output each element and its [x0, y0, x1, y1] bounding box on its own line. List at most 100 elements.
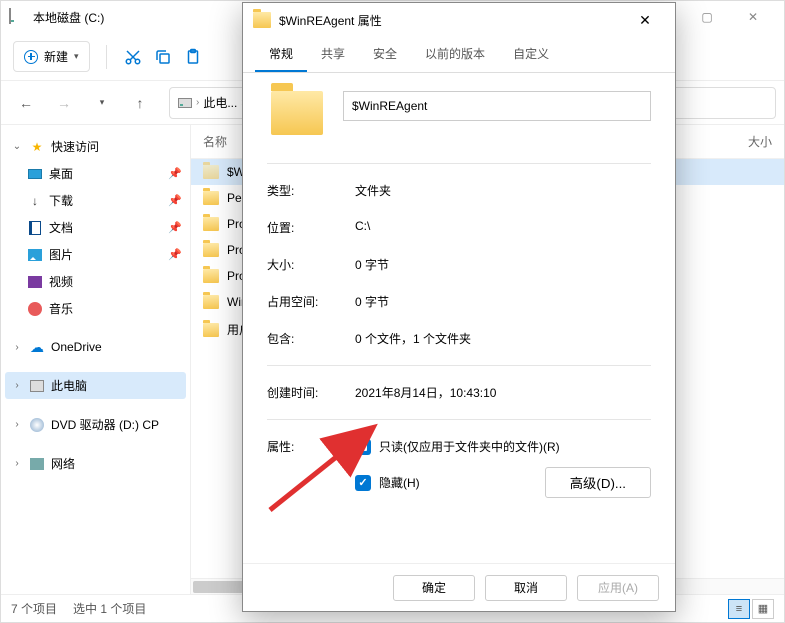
chevron-right-icon[interactable]: › [11, 419, 23, 430]
tab-general[interactable]: 常规 [255, 37, 307, 72]
ok-button[interactable]: 确定 [393, 575, 475, 601]
value-type: 文件夹 [355, 182, 651, 199]
plus-icon [24, 50, 38, 64]
sidebar-item-videos[interactable]: 视频 [5, 268, 186, 295]
advanced-button[interactable]: 高级(D)... [545, 467, 651, 498]
sidebar-item-downloads[interactable]: ↓ 下载 📌 [5, 187, 186, 214]
folder-icon [203, 191, 219, 205]
folder-name-input[interactable] [343, 91, 651, 121]
cloud-icon: ☁ [29, 339, 45, 355]
maximize-button[interactable]: ▢ [684, 1, 730, 33]
folder-icon [203, 243, 219, 257]
divider [267, 365, 651, 366]
dialog-tabs: 常规 共享 安全 以前的版本 自定义 [243, 37, 675, 73]
separator [106, 45, 107, 69]
label-size-on-disk: 占用空间: [267, 293, 355, 310]
tab-customize[interactable]: 自定义 [499, 37, 563, 72]
drive-icon [178, 98, 192, 108]
view-toggles: ≡ ▦ [728, 599, 774, 619]
pin-icon: 📌 [168, 248, 180, 261]
network-icon [29, 456, 45, 472]
folder-icon [203, 269, 219, 283]
tab-previous-versions[interactable]: 以前的版本 [411, 37, 499, 72]
paste-icon[interactable] [183, 47, 203, 67]
pc-icon [29, 378, 45, 394]
chevron-right-icon: › [196, 97, 199, 108]
sidebar-item-quick-access[interactable]: ⌄ ★ 快速访问 [5, 133, 186, 160]
sidebar-item-documents[interactable]: 文档 📌 [5, 214, 186, 241]
label-type: 类型: [267, 182, 355, 199]
column-size[interactable]: 大小 [712, 133, 772, 150]
thumbnails-view-button[interactable]: ▦ [752, 599, 774, 619]
checkbox-indeterminate-icon[interactable] [355, 439, 371, 455]
drive-icon [9, 9, 25, 25]
dvd-icon [29, 417, 45, 433]
label-created: 创建时间: [267, 384, 355, 401]
details-view-button[interactable]: ≡ [728, 599, 750, 619]
sidebar-item-this-pc[interactable]: › 此电脑 [5, 372, 186, 399]
forward-button[interactable]: → [47, 86, 81, 120]
tab-share[interactable]: 共享 [307, 37, 359, 72]
chevron-down-icon: ▾ [74, 51, 79, 62]
folder-icon [203, 323, 219, 337]
status-item-count: 7 个项目 [11, 600, 57, 617]
desktop-icon [27, 166, 43, 182]
label-location: 位置: [267, 219, 355, 236]
cut-icon[interactable] [123, 47, 143, 67]
sidebar-item-network[interactable]: › 网络 [5, 450, 186, 477]
sidebar-item-onedrive[interactable]: › ☁ OneDrive [5, 334, 186, 360]
star-icon: ★ [29, 139, 45, 155]
dialog-body: 类型:文件夹 位置:C:\ 大小:0 字节 占用空间:0 字节 包含:0 个文件… [243, 73, 675, 563]
back-button[interactable]: ← [9, 86, 43, 120]
sidebar-item-dvd[interactable]: › DVD 驱动器 (D:) CP [5, 411, 186, 438]
dialog-footer: 确定 取消 应用(A) [243, 563, 675, 611]
checkbox-checked-icon[interactable] [355, 475, 371, 491]
chevron-right-icon[interactable]: › [11, 342, 23, 353]
value-size: 0 字节 [355, 256, 651, 273]
hidden-checkbox-row[interactable]: 隐藏(H) [355, 474, 420, 491]
folder-icon [203, 165, 219, 179]
tab-security[interactable]: 安全 [359, 37, 411, 72]
history-dropdown[interactable]: ▾ [85, 86, 119, 120]
folder-icon [203, 295, 219, 309]
copy-icon[interactable] [153, 47, 173, 67]
new-label: 新建 [44, 48, 68, 65]
folder-icon [203, 217, 219, 231]
chevron-right-icon[interactable]: › [11, 380, 23, 391]
readonly-checkbox-row[interactable]: 只读(仅应用于文件夹中的文件)(R) [355, 438, 651, 455]
sidebar-item-desktop[interactable]: 桌面 📌 [5, 160, 186, 187]
video-icon [27, 274, 43, 290]
close-button[interactable]: ✕ [625, 3, 665, 37]
dialog-title: $WinREAgent 属性 [279, 12, 625, 29]
cancel-button[interactable]: 取消 [485, 575, 567, 601]
hidden-label: 隐藏(H) [379, 474, 420, 491]
sidebar-item-music[interactable]: 音乐 [5, 295, 186, 322]
document-icon [27, 220, 43, 236]
folder-large-icon [271, 91, 323, 135]
value-size-on-disk: 0 字节 [355, 293, 651, 310]
breadcrumb-item[interactable]: 此电... [203, 94, 237, 111]
divider [267, 419, 651, 420]
up-button[interactable]: ↑ [123, 86, 157, 120]
chevron-down-icon[interactable]: ⌄ [11, 141, 23, 152]
apply-button[interactable]: 应用(A) [577, 575, 659, 601]
value-contains: 0 个文件，1 个文件夹 [355, 330, 651, 347]
close-button[interactable]: ✕ [730, 1, 776, 33]
new-button[interactable]: 新建 ▾ [13, 41, 90, 72]
picture-icon [27, 247, 43, 263]
readonly-label: 只读(仅应用于文件夹中的文件)(R) [379, 438, 560, 455]
folder-icon [253, 12, 271, 28]
label-contains: 包含: [267, 330, 355, 347]
dialog-titlebar[interactable]: $WinREAgent 属性 ✕ [243, 3, 675, 37]
label-attributes: 属性: [267, 438, 355, 498]
value-location: C:\ [355, 219, 651, 236]
sidebar-item-pictures[interactable]: 图片 📌 [5, 241, 186, 268]
pin-icon: 📌 [168, 221, 180, 234]
label-size: 大小: [267, 256, 355, 273]
download-icon: ↓ [27, 193, 43, 209]
chevron-right-icon[interactable]: › [11, 458, 23, 469]
pin-icon: 📌 [168, 194, 180, 207]
pin-icon: 📌 [168, 167, 180, 180]
status-selection: 选中 1 个项目 [73, 600, 146, 617]
divider [267, 163, 651, 164]
